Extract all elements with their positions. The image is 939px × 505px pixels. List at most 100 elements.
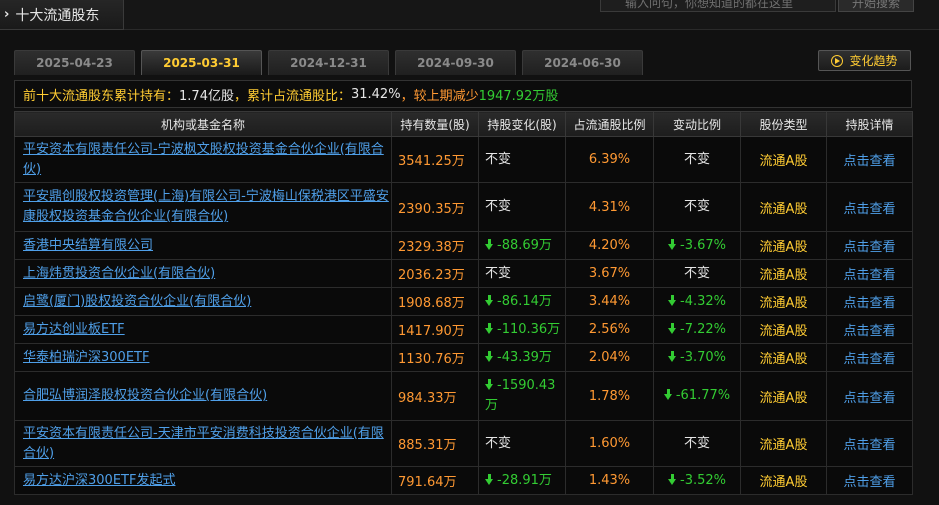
row-change: -28.91万 [497, 472, 552, 488]
col-name: 机构或基金名称 [14, 111, 392, 137]
arrow-down-icon [485, 238, 494, 250]
holder-name-link[interactable]: 易方达沪深300ETF发起式 [23, 473, 175, 488]
row-change-ratio: -61.77% [675, 388, 731, 403]
row-change-ratio: 不变 [683, 265, 710, 281]
tab-2024-06-30[interactable]: 2024-06-30 [522, 50, 643, 75]
table-row: 启鹭(厦门)股权投资合伙企业(有限合伙) 1908.68万 -86.14万 3.44%… [14, 287, 913, 316]
row-change: -88.69万 [497, 237, 552, 253]
view-detail-link[interactable]: 点击查看 [843, 352, 895, 367]
holder-name-link[interactable]: 合肥弘博润泽股权投资合伙企业(有限合伙) [23, 388, 267, 403]
row-amount: 2329.38万 [391, 231, 479, 260]
play-icon [831, 54, 844, 67]
holder-name-link[interactable]: 上海炜贯投资合伙企业(有限合伙) [23, 266, 215, 281]
search-input[interactable]: 输入问句，你想知道的都在这里 [600, 0, 836, 12]
view-detail-link[interactable]: 点击查看 [843, 296, 895, 311]
row-type: 流通A股 [740, 136, 827, 183]
row-ratio: 3.44% [565, 287, 654, 316]
row-change-ratio-cell: 不变 [653, 259, 741, 288]
table-row: 华泰柏瑞沪深300ETF 1130.76万 -43.39万 2.04% -3.70% 流通… [14, 343, 913, 372]
view-detail-link[interactable]: 点击查看 [843, 324, 895, 339]
row-change-ratio: 不变 [683, 435, 710, 451]
row-change-ratio-cell: -61.77% [653, 371, 741, 421]
row-type: 流通A股 [740, 466, 827, 495]
holder-name-link[interactable]: 香港中央结算有限公司 [23, 238, 153, 253]
row-change-ratio: -3.52% [680, 472, 726, 488]
summary-label-decrease: ，较上期减少 [400, 88, 479, 104]
arrow-down-icon [663, 389, 673, 400]
row-detail-cell: 点击查看 [826, 259, 913, 288]
holder-name-link[interactable]: 华泰柏瑞沪深300ETF [23, 350, 149, 365]
row-change-cell: -28.91万 [478, 466, 566, 495]
view-detail-link[interactable]: 点击查看 [843, 154, 895, 169]
row-name-cell: 平安资本有限责任公司-天津市平安消费科技投资合伙企业(有限合伙) [14, 420, 392, 467]
section-header[interactable]: › 十大流通股东 [0, 0, 124, 30]
table-row: 合肥弘博润泽股权投资合伙企业(有限合伙) 984.33万 -1590.43万 1.78… [14, 371, 913, 421]
row-type: 流通A股 [740, 182, 827, 232]
tab-2024-12-31[interactable]: 2024-12-31 [268, 50, 389, 75]
view-detail-link[interactable]: 点击查看 [843, 240, 895, 255]
row-change: 不变 [485, 199, 512, 214]
row-change: -1590.43万 [485, 378, 556, 413]
view-detail-link[interactable]: 点击查看 [843, 438, 895, 453]
row-detail-cell: 点击查看 [826, 371, 913, 421]
holder-name-link[interactable]: 易方达创业板ETF [23, 322, 125, 337]
row-type: 流通A股 [740, 420, 827, 467]
table-row: 易方达创业板ETF 1417.90万 -110.36万 2.56% -7.22% 流通A股… [14, 315, 913, 344]
col-ratio: 占流通股比例 [565, 111, 654, 137]
row-name-cell: 香港中央结算有限公司 [14, 231, 392, 260]
row-ratio: 3.67% [565, 259, 654, 288]
row-amount: 984.33万 [391, 371, 479, 421]
arrow-down-icon [485, 379, 494, 390]
row-name-cell: 华泰柏瑞沪深300ETF [14, 343, 392, 372]
col-change-ratio: 变动比例 [653, 111, 741, 137]
row-ratio: 2.56% [565, 315, 654, 344]
view-detail-link[interactable]: 点击查看 [843, 475, 895, 490]
table-row: 平安资本有限责任公司-宁波枫文股权投资基金合伙企业(有限合伙) 3541.25万不… [14, 136, 913, 183]
row-name-cell: 易方达沪深300ETF发起式 [14, 466, 392, 495]
row-amount: 2390.35万 [391, 182, 479, 232]
row-ratio: 1.43% [565, 466, 654, 495]
summary-label-hold: 前十大流通股东累计持有： [23, 88, 180, 104]
tab-2025-03-31[interactable]: 2025-03-31 [141, 50, 262, 75]
summary-decrease-value: 1947.92万股 [478, 88, 559, 104]
row-change-ratio: 不变 [683, 199, 710, 214]
row-change-ratio: -3.70% [680, 349, 726, 365]
row-detail-cell: 点击查看 [826, 287, 913, 316]
row-type: 流通A股 [740, 231, 827, 260]
holder-name-link[interactable]: 平安资本有限责任公司-天津市平安消费科技投资合伙企业(有限合伙) [23, 426, 384, 461]
holder-name-link[interactable]: 启鹭(厦门)股权投资合伙企业(有限合伙) [23, 294, 251, 309]
row-change-ratio: -7.22% [680, 321, 726, 337]
row-change-ratio-cell: -3.67% [653, 231, 741, 260]
row-change: 不变 [485, 151, 512, 167]
row-change-ratio-cell: -3.52% [653, 466, 741, 495]
table-row: 上海炜贯投资合伙企业(有限合伙) 2036.23万 不变 3.67% 不变 流通A股 点击查… [14, 259, 913, 288]
arrow-down-icon [485, 350, 494, 362]
row-change: 不变 [485, 435, 512, 451]
row-amount: 885.31万 [391, 420, 479, 467]
holder-name-link[interactable]: 平安鼎创股权投资管理(上海)有限公司-宁波梅山保税港区平盛安康股权投资基金合伙企… [23, 189, 389, 224]
view-detail-link[interactable]: 点击查看 [843, 202, 895, 217]
row-ratio: 1.60% [565, 420, 654, 467]
trend-button[interactable]: 变化趋势 [818, 50, 911, 71]
arrow-down-icon [668, 322, 677, 334]
row-amount: 2036.23万 [391, 259, 479, 288]
row-ratio: 6.39% [565, 136, 654, 183]
view-detail-link[interactable]: 点击查看 [843, 391, 895, 406]
row-change-ratio-cell: 不变 [653, 136, 741, 183]
search-button[interactable]: 开始搜索 [838, 0, 914, 12]
tab-2025-04-23[interactable]: 2025-04-23 [14, 50, 135, 75]
row-amount: 1417.90万 [391, 315, 479, 344]
tab-2024-09-30[interactable]: 2024-09-30 [395, 50, 516, 75]
table-row: 平安资本有限责任公司-天津市平安消费科技投资合伙企业(有限合伙) 885.31万不… [14, 420, 913, 467]
row-change-ratio-cell: -4.32% [653, 287, 741, 316]
row-change-ratio-cell: -3.70% [653, 343, 741, 372]
holder-name-link[interactable]: 平安资本有限责任公司-宁波枫文股权投资基金合伙企业(有限合伙) [23, 142, 384, 177]
row-ratio: 4.31% [565, 182, 654, 232]
summary-label-ratio: ，累计占流通股比： [233, 88, 351, 104]
row-detail-cell: 点击查看 [826, 182, 913, 232]
row-name-cell: 上海炜贯投资合伙企业(有限合伙) [14, 259, 392, 288]
shareholders-table: 机构或基金名称 持有数量(股) 持股变化(股) 占流通股比例 变动比例 股份类型… [14, 111, 913, 495]
row-ratio: 4.20% [565, 231, 654, 260]
row-type: 流通A股 [740, 371, 827, 421]
view-detail-link[interactable]: 点击查看 [843, 268, 895, 283]
